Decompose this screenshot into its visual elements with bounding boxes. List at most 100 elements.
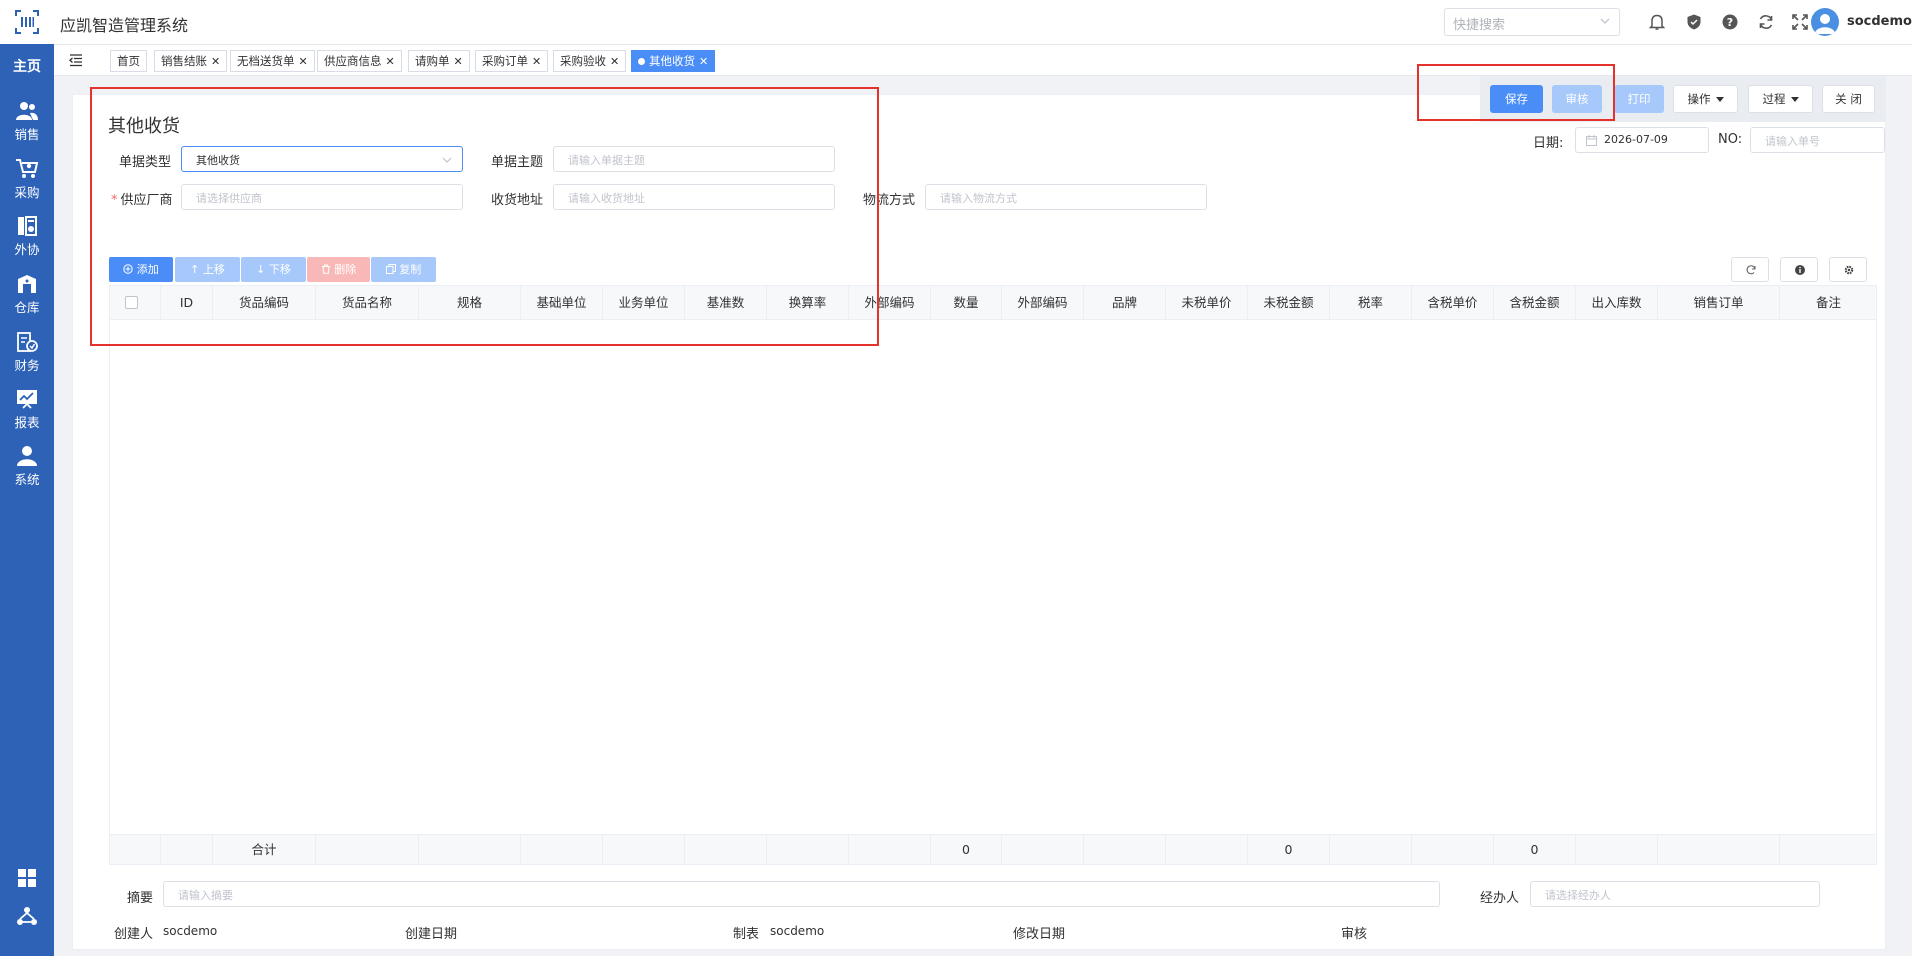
tab-sales-settlement[interactable]: 销售结账 ✕ [154,50,228,72]
totals-cell [419,835,521,864]
sidebar-item-system[interactable]: 系统 [0,445,54,488]
column-header[interactable]: 税率 [1330,286,1412,319]
shield-icon[interactable] [1685,13,1703,31]
supplier-select[interactable]: 请选择供应商 [181,184,463,210]
summary-input[interactable]: 请输入摘要 [163,881,1440,907]
column-header[interactable]: 基础单位 [521,286,603,319]
save-button[interactable]: 保存 [1490,85,1543,113]
process-label: 过程 [1762,92,1786,106]
delete-row-button[interactable]: 删除 [307,257,370,282]
menu-collapse-icon[interactable] [68,52,84,68]
tab-home[interactable]: 首页 [110,50,147,72]
move-down-button[interactable]: ↓ 下移 [241,257,306,282]
close-icon[interactable]: ✕ [532,55,541,68]
total-taxed-amount: 0 [1494,835,1576,864]
sidebar: 主页 销售 采购 外协 仓库 财务 报表 系统 [0,0,54,956]
fullscreen-icon[interactable] [1791,13,1809,31]
column-header[interactable]: 销售订单 [1658,286,1780,319]
sidebar-item-finance[interactable]: 财务 [0,331,54,374]
close-icon[interactable]: ✕ [211,55,220,68]
add-label: 添加 [136,263,159,276]
caret-down-icon [1790,97,1799,102]
total-quantity: 0 [931,835,1002,864]
totals-cell [1084,835,1166,864]
column-header[interactable]: 规格 [419,286,521,319]
column-header[interactable]: 货品编码 [213,286,316,319]
user-avatar-icon [1815,14,1835,34]
column-header[interactable]: 货品名称 [316,286,419,319]
handler-select[interactable]: 请选择经办人 [1530,881,1820,907]
document-number-input[interactable]: 请输入单号 [1750,127,1885,153]
copy-row-button[interactable]: 复制 [371,257,436,282]
move-up-button[interactable]: ↑ 上移 [175,257,240,282]
column-header[interactable]: 基准数 [685,286,767,319]
address-label: 收货地址 [491,193,544,208]
column-header[interactable]: 出入库数 [1576,286,1658,319]
finance-icon [17,332,38,352]
tab-purchase-inspection[interactable]: 采购验收 ✕ [553,50,627,72]
table-settings-button[interactable] [1829,257,1867,282]
operate-label: 操作 [1687,92,1711,106]
sidebar-item-outsource[interactable]: 外协 [0,215,54,258]
column-header[interactable]: ID [161,286,213,319]
gear-icon [1844,265,1854,275]
close-icon[interactable]: ✕ [299,55,308,68]
app-logo[interactable] [0,0,54,44]
process-dropdown-button[interactable]: 过程 [1748,85,1813,113]
date-picker[interactable]: 2026-07-09 [1575,127,1709,153]
column-header[interactable]: 未税金额 [1248,286,1330,319]
column-header[interactable]: 数量 [931,286,1002,319]
address-input[interactable]: 请输入收货地址 [553,184,835,210]
username[interactable]: socdemo [1847,14,1912,29]
warehouse-icon [18,275,36,293]
column-header[interactable]: 备注 [1780,286,1877,319]
sidebar-item-purchase[interactable]: 采购 [0,158,54,201]
help-icon[interactable]: ? [1721,13,1739,31]
sidebar-item-warehouse[interactable]: 仓库 [0,273,54,316]
totals-label: 合计 [213,835,316,864]
tab-purchase-order[interactable]: 采购订单 ✕ [475,50,549,72]
column-header[interactable]: 品牌 [1084,286,1166,319]
select-all-checkbox[interactable] [125,296,138,309]
totals-cell [110,835,161,864]
close-icon[interactable]: ✕ [699,55,708,68]
tab-undocumented-delivery[interactable]: 无档送货单 ✕ [230,50,315,72]
column-header[interactable]: 换算率 [767,286,849,319]
org-chart-icon[interactable] [15,904,39,928]
close-icon[interactable]: ✕ [386,55,395,68]
doc-type-select[interactable]: 其他收货 [181,146,463,172]
table-info-button[interactable] [1780,257,1818,282]
column-header[interactable]: 外部编码 [1002,286,1084,319]
column-header[interactable]: 未税单价 [1166,286,1248,319]
tab-supplier-info[interactable]: 供应商信息 ✕ [317,50,402,72]
apps-grid-icon[interactable] [15,866,39,890]
logistics-input[interactable]: 请输入物流方式 [925,184,1207,210]
operate-dropdown-button[interactable]: 操作 [1673,85,1738,113]
close-button[interactable]: 关 闭 [1822,85,1875,113]
column-header[interactable]: 外部编码 [849,286,931,319]
column-header[interactable]: 业务单位 [603,286,685,319]
sidebar-item-report[interactable]: 报表 [0,388,54,431]
sidebar-item-sales[interactable]: 销售 [0,100,54,143]
tab-label: 采购订单 [482,54,528,68]
column-header[interactable]: 含税单价 [1412,286,1494,319]
subject-input[interactable]: 请输入单据主题 [553,146,835,172]
table-totals-row: 合计 0 0 0 [110,834,1876,864]
column-header[interactable]: 含税金额 [1494,286,1576,319]
tab-purchase-request[interactable]: 请购单 ✕ [408,50,470,72]
refresh-icon[interactable] [1757,13,1775,31]
close-icon[interactable]: ✕ [610,55,619,68]
bell-icon[interactable] [1648,13,1666,31]
copy-label: 复制 [399,263,422,276]
supplier-label-text: 供应厂商 [120,193,173,208]
table-refresh-button[interactable] [1731,257,1769,282]
sidebar-item-home[interactable]: 主页 [0,56,54,76]
avatar[interactable] [1811,8,1839,36]
audit-button[interactable]: 审核 [1552,85,1602,113]
add-row-button[interactable]: 添加 [109,257,173,282]
quick-search-select[interactable]: 快捷搜索 [1444,8,1620,36]
close-icon[interactable]: ✕ [454,55,463,68]
chevron-down-icon [442,157,452,163]
print-button[interactable]: 打印 [1614,85,1664,113]
tab-other-receipt[interactable]: 其他收货 ✕ [631,50,716,72]
